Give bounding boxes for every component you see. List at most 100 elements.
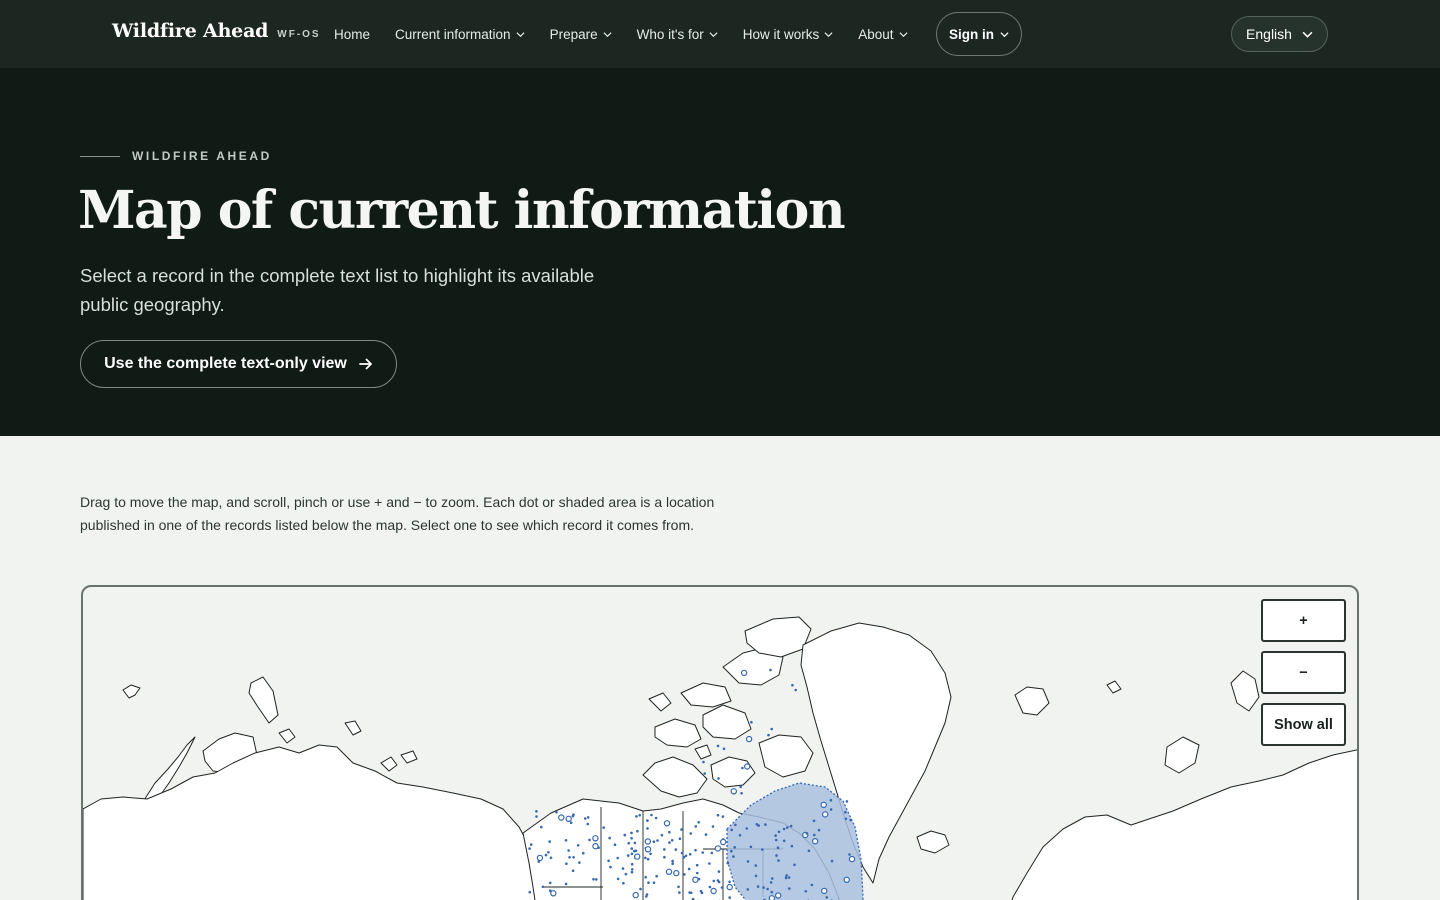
location-marker[interactable]: [754, 874, 758, 878]
location-marker[interactable]: [622, 881, 625, 885]
location-marker[interactable]: [660, 833, 664, 837]
location-marker[interactable]: [677, 885, 680, 889]
location-marker[interactable]: [644, 856, 647, 860]
location-marker[interactable]: [586, 822, 590, 826]
location-marker[interactable]: [708, 885, 712, 889]
location-marker[interactable]: [697, 821, 700, 824]
location-marker[interactable]: [607, 859, 610, 863]
location-marker[interactable]: [793, 863, 796, 867]
location-marker[interactable]: [774, 838, 778, 842]
location-marker[interactable]: [730, 849, 733, 853]
location-marker[interactable]: [616, 877, 620, 881]
location-marker[interactable]: [608, 836, 611, 840]
location-marker[interactable]: [813, 833, 816, 837]
brand-logo[interactable]: Wildfire Ahead WF-OS: [112, 20, 321, 42]
location-marker[interactable]: [571, 814, 575, 818]
location-marker[interactable]: [647, 881, 650, 884]
location-marker[interactable]: [782, 827, 786, 831]
location-marker[interactable]: [728, 880, 731, 884]
location-marker[interactable]: [740, 792, 743, 795]
location-marker[interactable]: [817, 828, 821, 832]
show-all-button[interactable]: Show all: [1261, 703, 1346, 746]
zoom-out-button[interactable]: −: [1261, 651, 1346, 694]
location-marker[interactable]: [634, 849, 638, 853]
location-marker[interactable]: [535, 815, 538, 818]
location-marker[interactable]: [592, 835, 599, 842]
location-marker[interactable]: [535, 810, 538, 813]
sign-in-button[interactable]: Sign in: [936, 12, 1022, 56]
location-marker[interactable]: [623, 833, 627, 837]
location-marker[interactable]: [767, 733, 770, 737]
location-marker[interactable]: [583, 817, 587, 820]
location-marker[interactable]: [638, 814, 641, 817]
location-marker[interactable]: [668, 841, 671, 844]
location-marker[interactable]: [537, 860, 541, 863]
location-marker[interactable]: [645, 893, 649, 896]
world-map[interactable]: [83, 587, 1359, 900]
location-marker[interactable]: [616, 856, 619, 860]
location-marker[interactable]: [699, 889, 703, 893]
location-marker[interactable]: [697, 877, 701, 881]
location-marker[interactable]: [728, 896, 731, 899]
location-marker[interactable]: [568, 856, 571, 859]
location-marker[interactable]: [730, 828, 733, 832]
location-marker[interactable]: [632, 891, 639, 899]
location-marker[interactable]: [663, 820, 671, 827]
location-marker[interactable]: [649, 852, 652, 856]
location-marker[interactable]: [786, 826, 789, 829]
location-marker[interactable]: [701, 851, 704, 854]
location-marker[interactable]: [569, 821, 573, 825]
nav-about[interactable]: About: [858, 27, 908, 42]
location-marker[interactable]: [717, 870, 721, 873]
location-marker[interactable]: [730, 788, 738, 795]
location-marker[interactable]: [636, 829, 639, 833]
location-marker[interactable]: [733, 846, 736, 849]
location-marker[interactable]: [663, 848, 666, 851]
location-marker[interactable]: [746, 888, 750, 891]
location-marker[interactable]: [558, 814, 565, 821]
location-marker[interactable]: [726, 883, 733, 891]
location-marker[interactable]: [528, 847, 531, 850]
location-marker[interactable]: [609, 865, 612, 869]
location-marker[interactable]: [631, 868, 634, 871]
location-marker[interactable]: [680, 828, 683, 831]
location-marker[interactable]: [630, 870, 634, 874]
location-marker[interactable]: [678, 891, 681, 894]
location-marker[interactable]: [822, 811, 829, 818]
location-marker[interactable]: [586, 816, 590, 819]
location-marker[interactable]: [769, 668, 772, 672]
location-marker[interactable]: [602, 826, 605, 829]
location-marker[interactable]: [549, 856, 553, 860]
location-marker[interactable]: [668, 830, 671, 834]
location-marker[interactable]: [630, 862, 634, 866]
location-marker[interactable]: [567, 849, 570, 852]
location-marker[interactable]: [744, 763, 751, 770]
map-viewport[interactable]: + − Show all: [81, 585, 1359, 900]
location-marker[interactable]: [644, 846, 652, 853]
location-marker[interactable]: [825, 896, 829, 899]
location-marker[interactable]: [777, 830, 781, 834]
location-marker[interactable]: [732, 855, 735, 858]
nav-who-its-for[interactable]: Who it's for: [637, 27, 718, 42]
location-marker[interactable]: [716, 813, 720, 817]
location-marker[interactable]: [738, 834, 742, 837]
location-marker[interactable]: [644, 838, 652, 845]
location-marker[interactable]: [564, 882, 568, 886]
location-marker[interactable]: [550, 890, 557, 897]
nav-home[interactable]: Home: [334, 27, 370, 42]
location-marker[interactable]: [674, 848, 678, 851]
location-marker[interactable]: [680, 851, 684, 855]
location-marker[interactable]: [576, 844, 580, 847]
location-marker[interactable]: [812, 837, 819, 845]
location-marker[interactable]: [810, 883, 814, 887]
location-marker[interactable]: [644, 875, 647, 879]
location-marker[interactable]: [544, 853, 548, 857]
location-marker[interactable]: [714, 845, 722, 852]
location-marker[interactable]: [720, 838, 727, 846]
location-marker[interactable]: [768, 895, 776, 900]
location-marker[interactable]: [633, 841, 637, 845]
location-marker[interactable]: [764, 823, 767, 826]
language-selector[interactable]: English: [1231, 16, 1328, 52]
location-marker[interactable]: [789, 824, 793, 828]
location-marker[interactable]: [848, 853, 851, 856]
